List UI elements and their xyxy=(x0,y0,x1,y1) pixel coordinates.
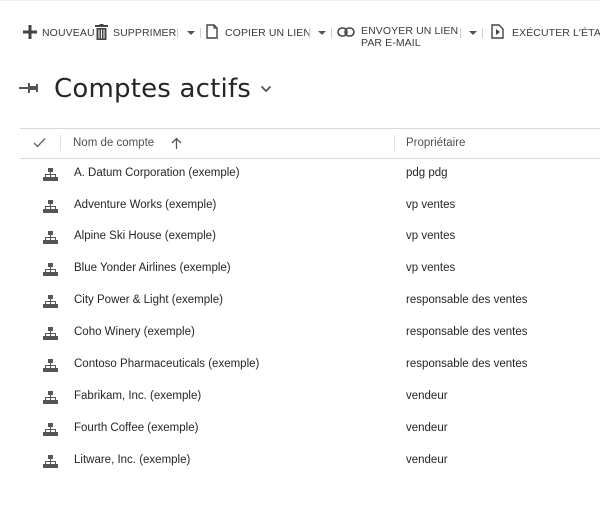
hierarchy-icon xyxy=(43,231,58,244)
table-row[interactable]: Fourth Coffee (exemple) vendeur xyxy=(20,414,600,446)
new-button[interactable]: NOUVEAU xyxy=(23,25,95,39)
hierarchy-icon xyxy=(43,423,58,436)
owner-link[interactable]: pdg pdg xyxy=(406,167,448,179)
hierarchy-icon xyxy=(43,263,58,276)
account-name-link[interactable]: Adventure Works (exemple) xyxy=(74,199,216,211)
email-link-button[interactable]: ENVOYER UN LIEN PAR E-MAIL xyxy=(337,25,458,49)
email-link-caret[interactable] xyxy=(468,29,478,37)
delete-button-label: SUPPRIMER xyxy=(113,27,177,39)
trash-icon xyxy=(95,24,108,40)
account-name-link[interactable]: Contoso Pharmaceuticals (exemple) xyxy=(74,358,259,370)
chevron-down-icon[interactable] xyxy=(260,84,272,94)
hierarchy-icon xyxy=(43,295,58,308)
grid-header: Nom de compte Propriétaire xyxy=(20,128,600,159)
column-divider xyxy=(60,135,61,151)
link-icon xyxy=(337,27,355,37)
hierarchy-icon xyxy=(43,455,58,468)
new-button-label: NOUVEAU xyxy=(42,27,95,39)
owner-link[interactable]: vendeur xyxy=(406,422,448,434)
arrow-up-icon[interactable] xyxy=(171,137,182,149)
toolbar-separator xyxy=(460,28,461,38)
owner-link[interactable]: vp ventes xyxy=(406,199,455,211)
column-header-name[interactable]: Nom de compte xyxy=(73,137,154,149)
copy-link-button[interactable]: COPIER UN LIEN xyxy=(206,24,311,39)
toolbar-separator xyxy=(482,28,483,38)
table-row[interactable]: Contoso Pharmaceuticals (exemple) respon… xyxy=(20,350,600,382)
table-row[interactable]: Litware, Inc. (exemple) vendeur xyxy=(20,446,600,478)
account-name-link[interactable]: Coho Winery (exemple) xyxy=(74,326,195,338)
run-report-button-label: EXÉCUTER L'ÉTAT xyxy=(512,27,600,39)
copy-link-button-label: COPIER UN LIEN xyxy=(225,27,311,39)
owner-link[interactable]: vp ventes xyxy=(406,230,455,242)
command-bar: NOUVEAU SUPPRIMER COPIER UN LIEN ENVOYER… xyxy=(0,0,600,55)
toolbar-separator xyxy=(309,28,310,38)
account-name-link[interactable]: Fourth Coffee (exemple) xyxy=(74,422,198,434)
table-row[interactable]: A. Datum Corporation (exemple) pdg pdg xyxy=(20,159,600,191)
hierarchy-icon xyxy=(43,200,58,213)
run-report-button[interactable]: EXÉCUTER L'ÉTAT xyxy=(491,24,600,39)
document-icon xyxy=(206,24,218,39)
hierarchy-icon xyxy=(43,327,58,340)
toolbar-separator xyxy=(331,28,332,38)
hierarchy-icon xyxy=(43,168,58,181)
plus-icon xyxy=(23,25,37,39)
copy-link-caret[interactable] xyxy=(317,29,327,37)
account-name-link[interactable]: Alpine Ski House (exemple) xyxy=(74,230,216,242)
account-name-link[interactable]: City Power & Light (exemple) xyxy=(74,294,223,306)
account-name-link[interactable]: Fabrikam, Inc. (exemple) xyxy=(74,390,201,402)
table-row[interactable]: Coho Winery (exemple) responsable des ve… xyxy=(20,318,600,350)
account-name-link[interactable]: Litware, Inc. (exemple) xyxy=(74,454,190,466)
column-divider xyxy=(394,135,395,151)
report-icon xyxy=(491,24,504,39)
table-row[interactable]: Blue Yonder Airlines (exemple) vp ventes xyxy=(20,254,600,286)
delete-button[interactable]: SUPPRIMER xyxy=(95,24,176,40)
email-link-button-text: ENVOYER UN LIEN PAR E-MAIL xyxy=(361,25,458,49)
more-commands-caret[interactable] xyxy=(186,29,196,37)
view-title: Comptes actifs xyxy=(54,74,252,104)
owner-link[interactable]: responsable des ventes xyxy=(406,358,527,370)
owner-link[interactable]: vendeur xyxy=(406,454,448,466)
owner-link[interactable]: vp ventes xyxy=(406,262,455,274)
account-name-link[interactable]: A. Datum Corporation (exemple) xyxy=(74,167,240,179)
checkmark-icon[interactable] xyxy=(33,137,46,148)
table-row[interactable]: Alpine Ski House (exemple) vp ventes xyxy=(20,222,600,254)
account-name-link[interactable]: Blue Yonder Airlines (exemple) xyxy=(74,262,231,274)
hierarchy-icon xyxy=(43,391,58,404)
table-row[interactable]: Fabrikam, Inc. (exemple) vendeur xyxy=(20,382,600,414)
pin-icon[interactable] xyxy=(19,81,39,95)
email-link-label-line2: PAR E-MAIL xyxy=(361,37,421,49)
hierarchy-icon xyxy=(43,359,58,372)
email-link-label-line1: ENVOYER UN LIEN xyxy=(361,25,459,37)
column-header-owner[interactable]: Propriétaire xyxy=(406,137,465,149)
toolbar-separator xyxy=(177,28,178,38)
table-row[interactable]: City Power & Light (exemple) responsable… xyxy=(20,286,600,318)
owner-link[interactable]: vendeur xyxy=(406,390,448,402)
owner-link[interactable]: responsable des ventes xyxy=(406,294,527,306)
toolbar-separator xyxy=(200,28,201,38)
table-row[interactable]: Adventure Works (exemple) vp ventes xyxy=(20,191,600,223)
owner-link[interactable]: responsable des ventes xyxy=(406,326,527,338)
